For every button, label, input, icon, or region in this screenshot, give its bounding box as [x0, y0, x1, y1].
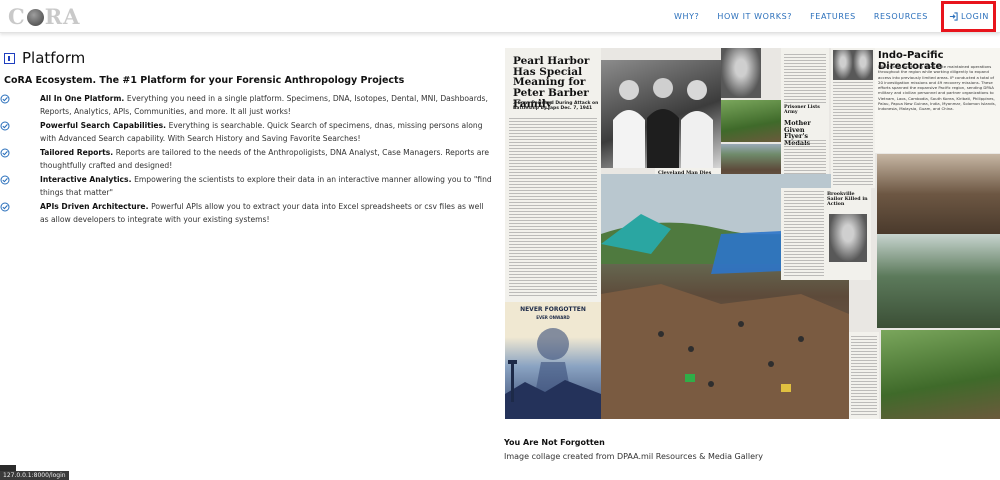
check-circle-icon [0, 148, 10, 158]
jungle-photo [721, 100, 781, 142]
caption-text: Image collage created from DPAA.mil Reso… [504, 452, 764, 461]
caption-title: You Are Not Forgotten [504, 438, 605, 447]
clipping-headline: Brookville Sailor Killed in Action [827, 191, 868, 207]
page-subtitle: CoRA Ecosystem. The #1 Platform for your… [4, 75, 405, 86]
indo-pacific-text: DPAA's Indo-Pacific (IP) Directorate mai… [878, 64, 996, 112]
check-circle-icon [0, 121, 10, 131]
check-circle-icon [0, 175, 10, 185]
feature-item: All In One Platform. Everything you need… [0, 92, 492, 118]
top-navbar: C RA WHY? HOW IT WORKS? FEATURES RESOURC… [0, 0, 1000, 33]
feature-title: Tailored Reports. [40, 148, 116, 157]
sailors-figure [613, 78, 713, 168]
brand-logo[interactable]: C RA [8, 3, 80, 29]
field-team-photo [877, 154, 1000, 234]
feature-item: Tailored Reports. Reports are tailored t… [0, 146, 492, 172]
page-title-row: Platform [4, 48, 492, 68]
feature-item: Powerful Search Capabilities. Everything… [0, 119, 492, 145]
feature-list: All In One Platform. Everything you need… [0, 92, 492, 226]
forest-camp-photo [881, 330, 1000, 419]
nav-links: WHY? HOW IT WORKS? FEATURES RESOURCES LO… [665, 0, 996, 33]
platform-section: Platform CoRA Ecosystem. The #1 Platform… [0, 48, 492, 227]
feature-item: APIs Driven Architecture. Powerful APIs … [0, 200, 492, 226]
nav-link-how-it-works[interactable]: HOW IT WORKS? [717, 12, 792, 21]
clipping-text-lines [784, 191, 824, 277]
page-title: Platform [22, 49, 86, 67]
newspaper-text-lines [509, 118, 597, 298]
info-square-icon [4, 52, 15, 64]
login-highlight-box: LOGIN [940, 1, 996, 32]
nav-link-why[interactable]: WHY? [674, 12, 699, 21]
feature-title: Interactive Analytics. [40, 175, 135, 184]
sailors-photo [601, 60, 721, 168]
collage-caption: You Are Not Forgotten Image collage crea… [504, 438, 964, 461]
login-arrow-icon [949, 12, 958, 21]
clipping-column [831, 48, 875, 188]
clipping-small [849, 332, 879, 419]
clipping-portrait [833, 50, 853, 80]
check-circle-icon [0, 202, 10, 212]
portrait-photo [721, 48, 761, 98]
status-url-tooltip: 127.0.0.1:8000/login [0, 471, 69, 480]
login-label: LOGIN [960, 12, 989, 21]
feature-title: APIs Driven Architecture. [40, 202, 152, 211]
nav-link-resources[interactable]: RESOURCES [874, 12, 928, 21]
clipping-text-lines [833, 82, 873, 186]
nav-link-features[interactable]: FEATURES [810, 12, 856, 21]
forest-team-photo [877, 234, 1000, 328]
newspaper-subhead: 3 Sons Perished During Attack on Battles… [513, 101, 599, 112]
brand-suffix: RA [44, 3, 81, 29]
feature-title: All In One Platform. [40, 94, 127, 103]
newspaper-clipping: Pearl Harbor Has Special Meaning for Pet… [505, 48, 601, 302]
never-forgotten-poster: NEVER FORGOTTEN EVER ONWARD [505, 302, 601, 419]
feature-title: Powerful Search Capabilities. [40, 121, 169, 130]
clipping-mother-given: Prisoner Lists Army Mother Given Flyer's… [781, 48, 829, 188]
feature-item: Interactive Analytics. Empowering the sc… [0, 173, 492, 199]
brand-prefix: C [8, 3, 26, 29]
clipping-headline: Prisoner Lists Army [784, 105, 820, 115]
check-circle-icon [0, 94, 10, 104]
clipping-portrait [829, 214, 867, 262]
clipping-brookville: Brookville Sailor Killed in Action [781, 188, 871, 280]
skull-icon [26, 8, 44, 26]
clipping-text-lines [851, 336, 877, 416]
image-collage: Pearl Harbor Has Special Meaning for Pet… [505, 48, 1000, 419]
indo-pacific-card: Indo-Pacific Directorate DPAA's Indo-Pac… [875, 48, 1000, 153]
poster-silhouette [505, 328, 601, 419]
clipping-text-lines [784, 54, 826, 104]
login-link[interactable]: LOGIN [949, 12, 989, 21]
clipping-portrait [853, 50, 873, 80]
